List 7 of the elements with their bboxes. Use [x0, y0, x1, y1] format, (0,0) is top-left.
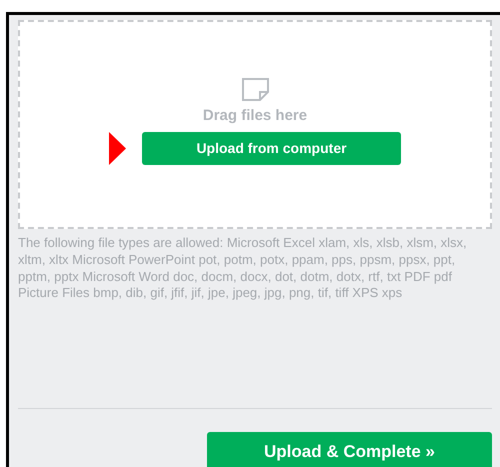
pointer-arrow-icon — [109, 132, 126, 164]
upload-complete-button[interactable]: Upload & Complete » — [207, 432, 492, 467]
file-icon — [242, 78, 268, 101]
allowed-file-types-text: The following file types are allowed: Microsoft Excel xlam, xls, xlsb, xlsm, xlsx, xltm, xltx Microsoft PowerPoint pot, potm, potx, ppam, pps, ppsm, ppsx, ppt, pptm, pptx Microsoft Word doc, docm, docx, dot, dotm, dotx, rtf, txt PDF pdf Picture Files bmp, dib, gif, jfif, jif, jpe, jpeg, jpg, png, tif, tiff XPS xps — [18, 235, 468, 302]
drop-hint: Drag files here — [202, 106, 308, 126]
drop-zone[interactable]: Drag files here Upload from computer — [18, 20, 492, 229]
upload-from-computer-button[interactable]: Upload from computer — [142, 132, 401, 164]
